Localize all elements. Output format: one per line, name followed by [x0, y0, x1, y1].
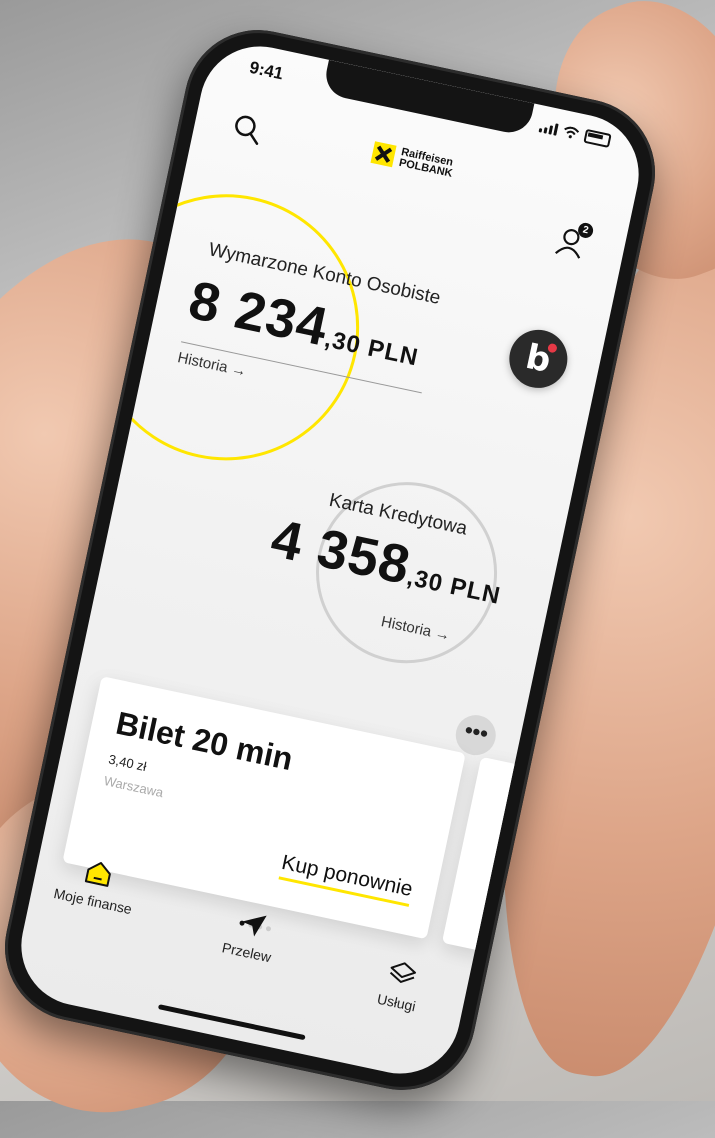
layers-icon [389, 962, 417, 983]
nav-label: Moje finanse [52, 885, 134, 918]
blik-icon: b [522, 337, 558, 381]
buy-again-button[interactable]: Kup ponownie [278, 850, 415, 907]
nav-item-przelew[interactable]: Przelew [196, 899, 305, 971]
nav-label: Usługi [375, 990, 418, 1015]
signal-icon [538, 120, 559, 136]
nav-item-uslugi[interactable]: Usługi [346, 949, 455, 1021]
home-icon [84, 862, 111, 887]
logo-mark-icon [370, 141, 397, 168]
send-icon [241, 915, 267, 937]
photo-background: 9:41 Raiffeisen POLBANK 2 Wymarzone Kont… [0, 0, 715, 1138]
battery-icon [583, 128, 612, 148]
ticket-city: Warszawa [102, 773, 165, 801]
profile-button[interactable]: 2 [551, 221, 595, 261]
status-icons [538, 119, 612, 148]
phone-notch [321, 59, 535, 137]
bank-logo: Raiffeisen POLBANK [370, 141, 455, 180]
nav-label: Przelew [220, 939, 273, 966]
search-icon[interactable] [230, 112, 266, 148]
ticket-price: 3,40 zł [107, 751, 148, 775]
status-time: 9:41 [247, 57, 286, 84]
wifi-icon [564, 126, 580, 139]
blik-button[interactable]: b [503, 324, 573, 394]
